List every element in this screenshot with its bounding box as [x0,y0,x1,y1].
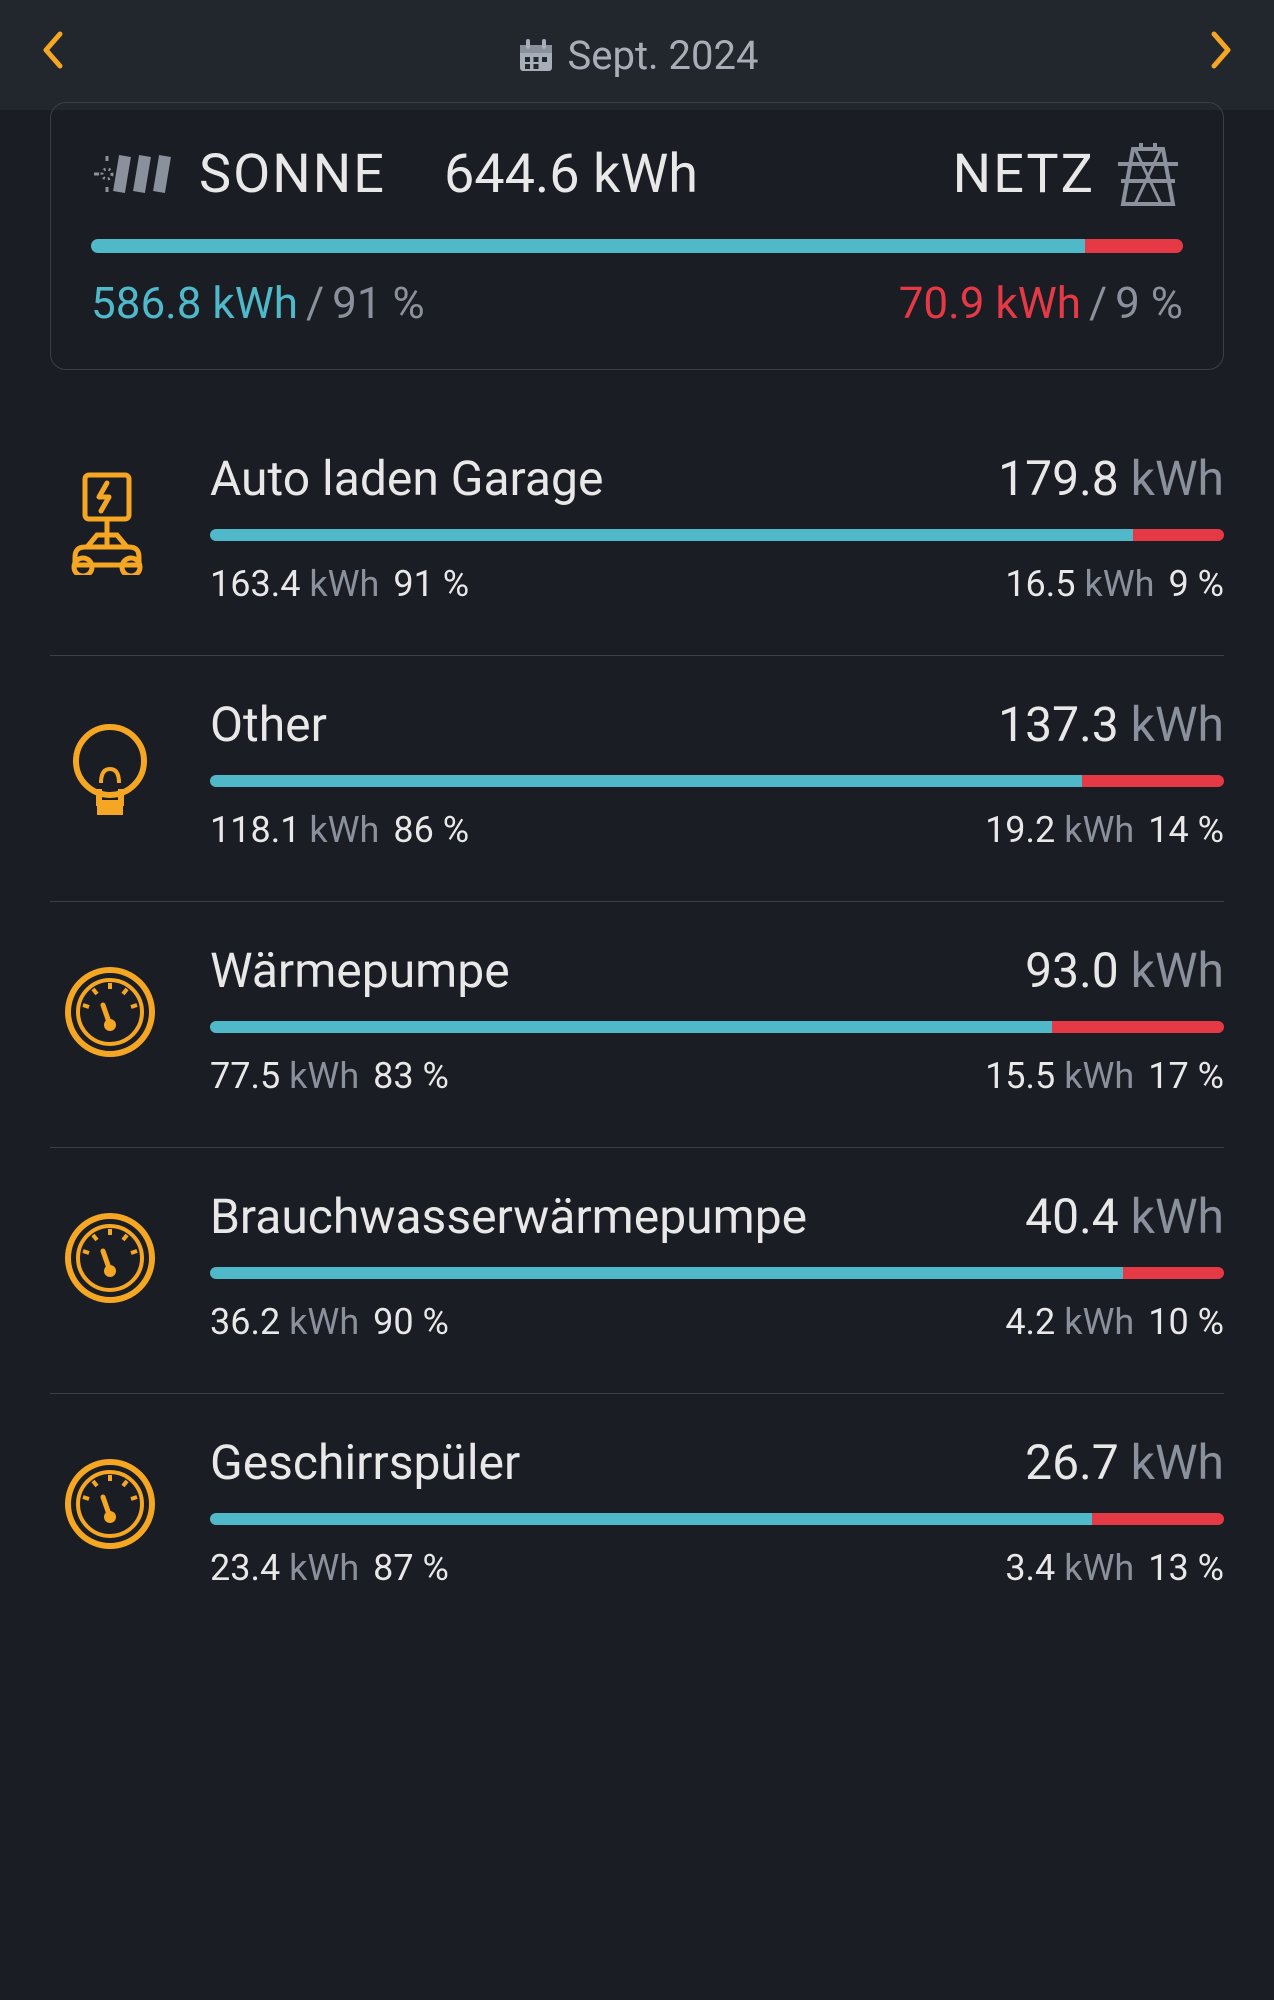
consumer-bar [210,529,1224,541]
consumer-bar [210,775,1224,787]
consumer-name: Brauchwasserwärmepumpe [210,1188,807,1245]
pylon-icon [1113,139,1183,209]
bar-solar-segment [210,775,1082,787]
consumer-total: 137.3 kWh [998,696,1224,753]
prev-month-button[interactable] [30,19,74,91]
bar-grid-segment [1085,239,1183,253]
calendar-icon [516,35,556,75]
consumer-grid-stat: 4.2 kWh10 % [1005,1301,1224,1343]
bar-solar-segment [210,1021,1052,1033]
bar-grid-segment [1092,1513,1224,1525]
meter-icon [50,1198,170,1318]
consumer-solar-stat: 23.4 kWh87 % [210,1547,449,1589]
next-month-button[interactable] [1200,19,1244,91]
bulb-icon [50,706,170,826]
sun-icon [91,144,181,204]
consumer-row[interactable]: Other 137.3 kWh 118.1 kWh86 % 19.2 kWh14… [50,656,1224,902]
consumer-row[interactable]: Brauchwasserwärmepumpe 40.4 kWh 36.2 kWh… [50,1148,1224,1394]
consumer-solar-stat: 118.1 kWh86 % [210,809,469,851]
consumer-solar-stat: 36.2 kWh90 % [210,1301,449,1343]
bar-grid-segment [1133,529,1224,541]
meter-icon [50,952,170,1072]
bar-solar-segment [210,529,1133,541]
consumer-grid-stat: 15.5 kWh17 % [985,1055,1224,1097]
summary-solar-stat: 586.8 kWh/91 % [91,277,425,329]
consumer-row[interactable]: Geschirrspüler 26.7 kWh 23.4 kWh87 % 3.4… [50,1394,1224,1639]
consumer-name: Auto laden Garage [210,450,603,507]
consumer-bar [210,1513,1224,1525]
bar-solar-segment [210,1513,1092,1525]
meter-icon [50,1444,170,1564]
bar-grid-segment [1082,775,1224,787]
summary-grid-stat: 70.9 kWh/9 % [899,277,1183,329]
consumer-total: 26.7 kWh [1025,1434,1224,1491]
consumer-total: 40.4 kWh [1025,1188,1224,1245]
summary-bar [91,239,1183,253]
bar-grid-segment [1052,1021,1224,1033]
consumer-solar-stat: 77.5 kWh83 % [210,1055,449,1097]
consumer-bar [210,1267,1224,1279]
consumer-name: Wärmepumpe [210,942,510,999]
consumer-name: Other [210,696,327,753]
ev-charger-icon [50,460,170,580]
consumer-name: Geschirrspüler [210,1434,520,1491]
summary-card: SONNE 644.6 kWh NETZ [50,102,1224,370]
consumer-solar-stat: 163.4 kWh91 % [210,563,469,605]
consumer-bar [210,1021,1224,1033]
grid-label: NETZ [953,143,1095,206]
solar-label: SONNE [199,143,386,206]
consumer-grid-stat: 16.5 kWh9 % [1005,563,1224,605]
date-label[interactable]: Sept. 2024 [568,32,759,79]
bar-solar-segment [91,239,1085,253]
bar-solar-segment [210,1267,1123,1279]
consumer-grid-stat: 3.4 kWh13 % [1005,1547,1224,1589]
consumer-total: 179.8 kWh [998,450,1224,507]
consumer-row[interactable]: Auto laden Garage 179.8 kWh 163.4 kWh91 … [50,410,1224,656]
consumer-row[interactable]: Wärmepumpe 93.0 kWh 77.5 kWh83 % 15.5 kW… [50,902,1224,1148]
bar-grid-segment [1123,1267,1224,1279]
consumer-total: 93.0 kWh [1025,942,1224,999]
summary-total: 644.6 kWh [444,143,698,206]
consumer-grid-stat: 19.2 kWh14 % [985,809,1224,851]
date-header: Sept. 2024 [0,0,1274,110]
